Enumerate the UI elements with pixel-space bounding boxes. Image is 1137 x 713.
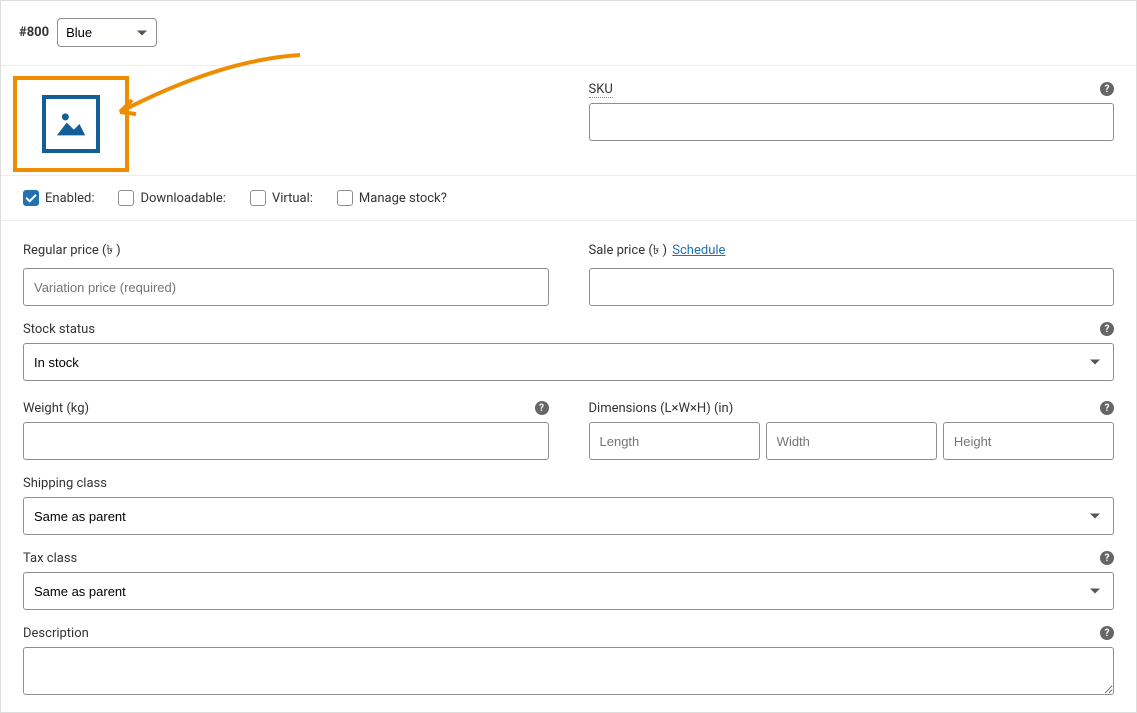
variation-header: #800 Blue xyxy=(1,1,1136,66)
virtual-label: Virtual: xyxy=(272,191,313,206)
manage-stock-checkbox[interactable] xyxy=(337,190,353,206)
help-icon[interactable]: ? xyxy=(535,401,549,415)
shipping-class-label: Shipping class xyxy=(23,476,1114,491)
weight-label: Weight (kg) xyxy=(23,401,549,416)
image-icon xyxy=(54,107,88,141)
virtual-checkbox[interactable] xyxy=(250,190,266,206)
schedule-link[interactable]: Schedule xyxy=(672,243,725,258)
shipping-class-select[interactable]: Same as parent xyxy=(23,497,1114,535)
help-icon[interactable]: ? xyxy=(1100,322,1114,336)
stock-status-label: Stock status xyxy=(23,322,1114,337)
description-label: Description xyxy=(23,626,1114,641)
tax-class-select[interactable]: Same as parent xyxy=(23,572,1114,610)
variation-image-placeholder[interactable] xyxy=(42,95,100,153)
height-input[interactable] xyxy=(943,422,1114,460)
dimensions-label: Dimensions (L×W×H) (in) xyxy=(589,401,1115,416)
variation-id: #800 xyxy=(19,25,49,40)
length-input[interactable] xyxy=(589,422,760,460)
tax-class-label: Tax class xyxy=(23,551,1114,566)
sku-input[interactable] xyxy=(589,103,1115,141)
annotation-highlight xyxy=(13,76,129,172)
regular-price-label: Regular price (৳ ) xyxy=(23,241,549,262)
attribute-select[interactable]: Blue xyxy=(57,18,157,47)
help-icon[interactable]: ? xyxy=(1100,401,1114,415)
help-icon[interactable]: ? xyxy=(1100,626,1114,640)
stock-status-select[interactable]: In stock xyxy=(23,343,1114,381)
help-icon[interactable]: ? xyxy=(1100,551,1114,565)
downloadable-label: Downloadable: xyxy=(140,191,225,206)
enabled-label: Enabled: xyxy=(45,191,94,206)
sku-label: SKU xyxy=(589,82,1115,97)
enabled-checkbox[interactable] xyxy=(23,190,39,206)
description-textarea[interactable] xyxy=(23,647,1114,695)
weight-input[interactable] xyxy=(23,422,549,460)
help-icon[interactable]: ? xyxy=(1100,82,1114,96)
regular-price-input[interactable] xyxy=(23,268,549,306)
manage-stock-label: Manage stock? xyxy=(359,191,447,206)
sale-price-label: Sale price (৳ ) Schedule xyxy=(589,241,1115,262)
width-input[interactable] xyxy=(766,422,937,460)
sale-price-input[interactable] xyxy=(589,268,1115,306)
downloadable-checkbox[interactable] xyxy=(118,190,134,206)
checkbox-row: Enabled: Downloadable: Virtual: Manage s… xyxy=(1,175,1136,221)
